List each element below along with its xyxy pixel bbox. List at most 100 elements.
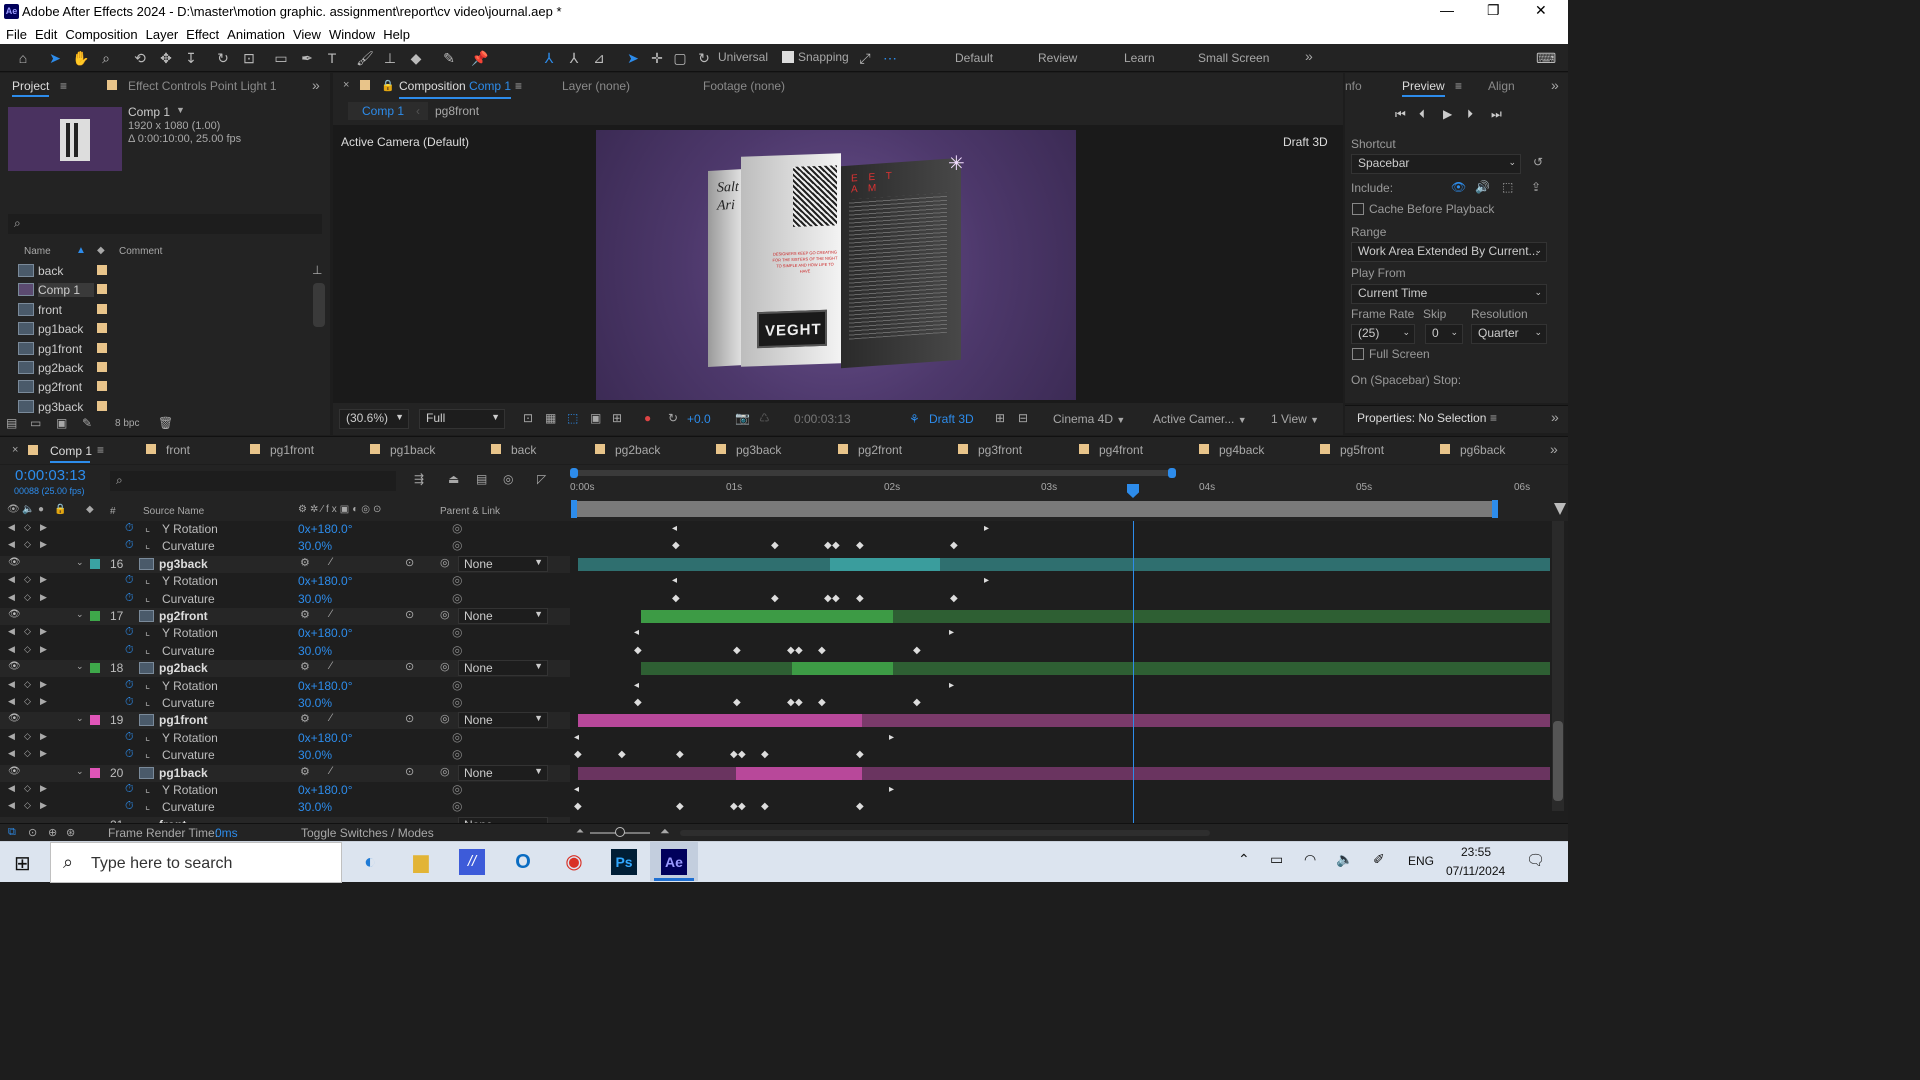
tab-pg4back[interactable]: pg4back bbox=[1199, 443, 1264, 457]
project-scrollbar[interactable] bbox=[313, 283, 325, 327]
keyframe[interactable]: ◆ bbox=[950, 594, 958, 604]
range-dropdown[interactable]: Work Area Extended By Current... ⌄ bbox=[1351, 242, 1547, 262]
keyframe[interactable]: ◆ bbox=[818, 698, 826, 708]
menu-file[interactable]: File bbox=[6, 27, 27, 42]
tab-pg5front[interactable]: pg5front bbox=[1320, 443, 1384, 457]
work-area-start[interactable] bbox=[571, 500, 577, 518]
keyframe[interactable]: ◂ bbox=[634, 628, 639, 638]
keyframe[interactable]: ◆ bbox=[824, 594, 832, 604]
snap-grid-icon[interactable]: ⋯ bbox=[881, 49, 899, 67]
keyframe[interactable]: ◆ bbox=[795, 698, 803, 708]
keyframe[interactable]: ◆ bbox=[832, 594, 840, 604]
project-item[interactable]: pg2back bbox=[0, 358, 310, 377]
trash-icon[interactable]: 🗑 bbox=[158, 416, 173, 430]
workspace-default[interactable]: Default bbox=[955, 51, 993, 65]
dolly-camera-icon[interactable]: ↧ bbox=[182, 49, 200, 67]
local-axis-icon[interactable]: ⅄ bbox=[540, 49, 558, 67]
timeline-nav-bar[interactable] bbox=[574, 470, 1172, 476]
clock-time[interactable]: 23:55 bbox=[1461, 845, 1491, 859]
label-icon[interactable]: ◆ bbox=[97, 245, 105, 256]
sort-asc-icon[interactable]: ▲ bbox=[76, 245, 86, 256]
layer-work-segment[interactable] bbox=[736, 767, 862, 780]
resolution-dropdown[interactable]: Quarter ⌄ bbox=[1471, 324, 1547, 344]
roto-brush-icon[interactable]: ✎ bbox=[440, 49, 458, 67]
properties-menu-icon[interactable]: ≡ bbox=[1490, 411, 1497, 425]
project-settings-icon[interactable]: ✎ bbox=[82, 416, 92, 430]
panel-more-icon[interactable]: » bbox=[312, 77, 320, 93]
grid-icon[interactable]: ⊞ bbox=[612, 411, 622, 425]
zoom-slider-thumb[interactable] bbox=[615, 827, 625, 837]
draft3d-timeline-icon[interactable]: ⏏ bbox=[448, 472, 459, 486]
keyframe[interactable]: ▸ bbox=[949, 681, 954, 691]
reset-exposure-icon[interactable]: ↻ bbox=[668, 411, 678, 425]
work-area-end[interactable] bbox=[1492, 500, 1498, 518]
timeline-scroll-thumb[interactable] bbox=[1553, 721, 1563, 801]
view-axis-icon[interactable]: ⊿ bbox=[590, 49, 608, 67]
project-item[interactable]: pg1back bbox=[0, 319, 310, 338]
home-icon[interactable]: ⌂ bbox=[14, 49, 32, 67]
layer-duration-bar[interactable] bbox=[578, 558, 1550, 571]
3d-select-icon[interactable]: ➤ bbox=[624, 49, 642, 67]
draft3d-icon[interactable]: ⚘ bbox=[909, 412, 920, 426]
tab-pg4front[interactable]: pg4front bbox=[1079, 443, 1143, 457]
menu-view[interactable]: View bbox=[293, 27, 321, 42]
keyframe[interactable]: ◆ bbox=[672, 594, 680, 604]
skip-dropdown[interactable]: 0 ⌄ bbox=[1425, 324, 1463, 344]
close-button[interactable]: ✕ bbox=[1535, 2, 1547, 19]
tab-project[interactable]: Project bbox=[12, 79, 50, 97]
3d-move-icon[interactable]: ✛ bbox=[648, 49, 666, 67]
fullscreen-checkbox[interactable] bbox=[1352, 348, 1364, 360]
export-icon[interactable]: ⇪ bbox=[1531, 180, 1541, 194]
keyframe[interactable]: ◆ bbox=[730, 802, 738, 812]
zoom-dropdown[interactable]: (30.6%) ▼ bbox=[339, 409, 409, 429]
keyframe[interactable]: ◂ bbox=[672, 524, 677, 534]
orbit-camera-icon[interactable]: ⟲ bbox=[131, 49, 149, 67]
region-icon[interactable]: ⊡ bbox=[523, 411, 533, 425]
motion-blur-icon[interactable]: ◎ bbox=[503, 472, 513, 486]
keyframe[interactable]: ◂ bbox=[574, 785, 579, 795]
frame-blending-icon[interactable]: ▤ bbox=[476, 472, 487, 486]
horizontal-scrollbar[interactable] bbox=[680, 830, 1210, 836]
menu-composition[interactable]: Composition bbox=[65, 27, 137, 42]
tab-pg6back[interactable]: pg6back bbox=[1440, 443, 1505, 457]
crumb-comp[interactable]: Comp 1 ‹ bbox=[348, 102, 428, 120]
notes-app-icon[interactable]: // bbox=[459, 849, 485, 875]
project-item[interactable]: pg2front bbox=[0, 377, 310, 396]
hand-tool-icon[interactable]: ✋ bbox=[72, 49, 90, 67]
crumb-sub[interactable]: pg8front bbox=[435, 104, 479, 118]
edge-browser-icon[interactable]: ◐ bbox=[352, 847, 388, 877]
tray-chevron-icon[interactable]: ⌃ bbox=[1238, 851, 1250, 868]
snap-edge-icon[interactable]: ⤢ bbox=[856, 49, 874, 67]
eraser-tool-icon[interactable]: ◆ bbox=[407, 49, 425, 67]
layer-work-segment[interactable] bbox=[792, 662, 893, 675]
col-name[interactable]: Name bbox=[24, 246, 51, 257]
keyframe[interactable]: ◆ bbox=[856, 594, 864, 604]
volume-icon[interactable]: 🔈 bbox=[1336, 851, 1353, 868]
snapshot-icon[interactable]: 📷 bbox=[735, 411, 750, 425]
cache-checkbox[interactable] bbox=[1352, 203, 1364, 215]
next-frame-button[interactable]: ⏵ bbox=[1467, 107, 1473, 122]
current-time-field[interactable]: 0:00:03:13 bbox=[794, 412, 851, 426]
timeline-more-icon[interactable]: » bbox=[1550, 441, 1558, 457]
universal-label[interactable]: Universal bbox=[718, 50, 768, 64]
playfrom-dropdown[interactable]: Current Time ⌄ bbox=[1351, 284, 1547, 304]
comp-mini-flowchart-icon[interactable]: ⇶ bbox=[414, 472, 424, 486]
keyframe[interactable]: ◆ bbox=[730, 750, 738, 760]
keyframe[interactable]: ◆ bbox=[818, 646, 826, 656]
timeline-scrollbar[interactable] bbox=[1552, 521, 1564, 811]
menu-help[interactable]: Help bbox=[383, 27, 410, 42]
ground-plane-icon[interactable]: ⊞ bbox=[995, 411, 1005, 425]
battery-icon[interactable]: ▭ bbox=[1270, 851, 1283, 868]
transfer-controls-icon[interactable]: ⊕ bbox=[48, 826, 57, 839]
keyframe[interactable]: ◆ bbox=[856, 541, 864, 551]
keyframe[interactable]: ◆ bbox=[787, 698, 795, 708]
keyframe[interactable]: ◆ bbox=[856, 750, 864, 760]
rotate-tool-icon[interactable]: ↻ bbox=[214, 49, 232, 67]
renderer-dropdown[interactable]: Cinema 4D ▼ bbox=[1053, 412, 1125, 426]
in-out-icon[interactable]: ⊛ bbox=[66, 826, 75, 839]
keyframe[interactable]: ◆ bbox=[950, 541, 958, 551]
keyframe[interactable]: ◆ bbox=[787, 646, 795, 656]
menu-animation[interactable]: Animation bbox=[227, 27, 285, 42]
prev-frame-button[interactable]: ⏴ bbox=[1419, 107, 1425, 122]
layer-work-segment[interactable] bbox=[830, 558, 940, 571]
